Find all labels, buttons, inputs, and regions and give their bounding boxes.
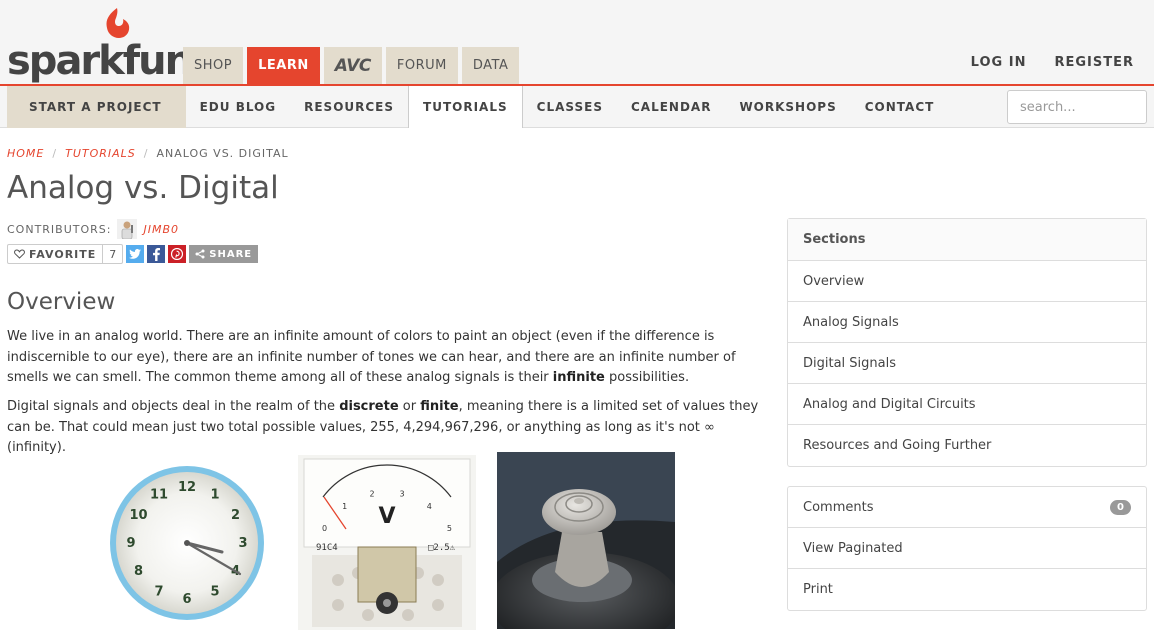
- clock-number: 2: [231, 508, 240, 523]
- clock-number: 5: [210, 585, 219, 600]
- main-tabs: SHOP LEARN AVC FORUM DATA: [183, 47, 520, 84]
- twitter-share-button[interactable]: [126, 245, 145, 263]
- comments-link[interactable]: Comments 0: [788, 487, 1146, 528]
- analog-voltmeter-image: 0 1 2 3 4 5 V 91C4 □2.5⚠: [298, 455, 476, 630]
- breadcrumb-home[interactable]: HOME: [7, 147, 44, 160]
- account-links: LOG IN REGISTER: [971, 55, 1134, 70]
- subnav-contact[interactable]: CONTACT: [851, 86, 949, 128]
- search-input[interactable]: [1007, 90, 1147, 124]
- sections-panel: Sections Overview Analog Signals Digital…: [787, 218, 1147, 467]
- clock-number: 7: [154, 585, 163, 600]
- meter-scale-label: 4: [427, 502, 432, 511]
- breadcrumb-current: ANALOG VS. DIGITAL: [156, 147, 289, 160]
- tools-panel: Comments 0 View Paginated Print: [787, 486, 1147, 611]
- learn-subnav: START A PROJECT EDU BLOG RESOURCES TUTOR…: [0, 86, 1154, 128]
- tutorial-actions: FAVORITE 7 SHARE: [7, 244, 259, 264]
- analog-clock-image: 121234567891011: [110, 466, 264, 620]
- pinterest-share-button[interactable]: [168, 245, 187, 263]
- section-link-overview[interactable]: Overview: [788, 261, 1146, 302]
- tab-learn[interactable]: LEARN: [247, 47, 320, 84]
- contributor-avatar[interactable]: [117, 219, 138, 239]
- clock-number: 8: [134, 564, 143, 579]
- twitter-icon: [129, 249, 142, 259]
- contributor-link[interactable]: JIMB0: [143, 223, 179, 236]
- logo-text: sparkfun: [7, 38, 193, 84]
- clock-number: 3: [238, 536, 247, 551]
- view-paginated-link[interactable]: View Paginated: [788, 528, 1146, 569]
- joystick-image: [497, 452, 675, 629]
- meter-model: 91C4: [316, 543, 338, 553]
- heart-icon: [14, 249, 25, 259]
- intro-paragraph: We live in an analog world. There are an…: [7, 329, 736, 385]
- meter-scale-label: 2: [369, 490, 374, 499]
- clock-number: 11: [150, 488, 168, 503]
- clock-number: 9: [126, 536, 135, 551]
- sparkfun-logo[interactable]: sparkfun: [7, 6, 193, 84]
- tab-data[interactable]: DATA: [461, 47, 520, 84]
- share-label: SHARE: [209, 248, 253, 260]
- subnav-workshops[interactable]: WORKSHOPS: [725, 86, 850, 128]
- tab-shop[interactable]: SHOP: [183, 47, 244, 84]
- share-button[interactable]: SHARE: [189, 245, 259, 263]
- sections-title: Sections: [788, 219, 1146, 261]
- meter-unit: V: [378, 504, 395, 529]
- facebook-icon: [152, 247, 160, 261]
- clock-number: 12: [178, 480, 196, 495]
- facebook-share-button[interactable]: [147, 245, 166, 263]
- favorite-button[interactable]: FAVORITE 7: [7, 244, 124, 264]
- page-title: Analog vs. Digital: [7, 170, 279, 206]
- meter-scale-label: 1: [342, 502, 347, 511]
- breadcrumb-separator: /: [52, 147, 58, 160]
- share-icon: [195, 249, 205, 259]
- subnav-classes[interactable]: CLASSES: [523, 86, 617, 128]
- subnav-tutorials[interactable]: TUTORIALS: [408, 86, 523, 128]
- breadcrumb-separator: /: [143, 147, 149, 160]
- section-link-resources[interactable]: Resources and Going Further: [788, 425, 1146, 466]
- clock-number: 10: [129, 508, 147, 523]
- breadcrumb-tutorials[interactable]: TUTORIALS: [65, 147, 136, 160]
- meter-scale-label: 3: [399, 490, 404, 499]
- meter-spec: □2.5⚠: [428, 543, 456, 553]
- contributors: CONTRIBUTORS: JIMB0: [7, 219, 179, 239]
- section-heading: Overview: [7, 289, 116, 315]
- pinterest-icon: [171, 248, 184, 260]
- tab-forum[interactable]: FORUM: [385, 47, 458, 84]
- tab-avc[interactable]: AVC: [323, 47, 382, 84]
- comments-count-badge: 0: [1110, 499, 1131, 515]
- print-link[interactable]: Print: [788, 569, 1146, 610]
- digital-paragraph: Digital signals and objects deal in the …: [7, 399, 759, 455]
- subnav-calendar[interactable]: CALENDAR: [617, 86, 725, 128]
- clock-number: 6: [182, 592, 191, 607]
- subnav-edu-blog[interactable]: EDU BLOG: [186, 86, 291, 128]
- subnav-start-a-project[interactable]: START A PROJECT: [7, 86, 186, 128]
- contributors-label: CONTRIBUTORS:: [7, 222, 112, 236]
- comments-label: Comments: [803, 499, 874, 515]
- clock-number: 1: [210, 488, 219, 503]
- register-link[interactable]: REGISTER: [1054, 55, 1134, 70]
- subnav-resources[interactable]: RESOURCES: [290, 86, 408, 128]
- meter-scale-label: 0: [322, 524, 327, 533]
- meter-scale-label: 5: [447, 524, 452, 533]
- section-link-digital-signals[interactable]: Digital Signals: [788, 343, 1146, 384]
- breadcrumb: HOME / TUTORIALS / ANALOG VS. DIGITAL: [7, 147, 289, 160]
- section-link-circuits[interactable]: Analog and Digital Circuits: [788, 384, 1146, 425]
- login-link[interactable]: LOG IN: [971, 55, 1027, 70]
- favorite-label: FAVORITE: [29, 247, 97, 261]
- site-header: sparkfun SHOP LEARN AVC FORUM DATA LOG I…: [0, 0, 1154, 86]
- favorite-count: 7: [109, 247, 117, 261]
- section-link-analog-signals[interactable]: Analog Signals: [788, 302, 1146, 343]
